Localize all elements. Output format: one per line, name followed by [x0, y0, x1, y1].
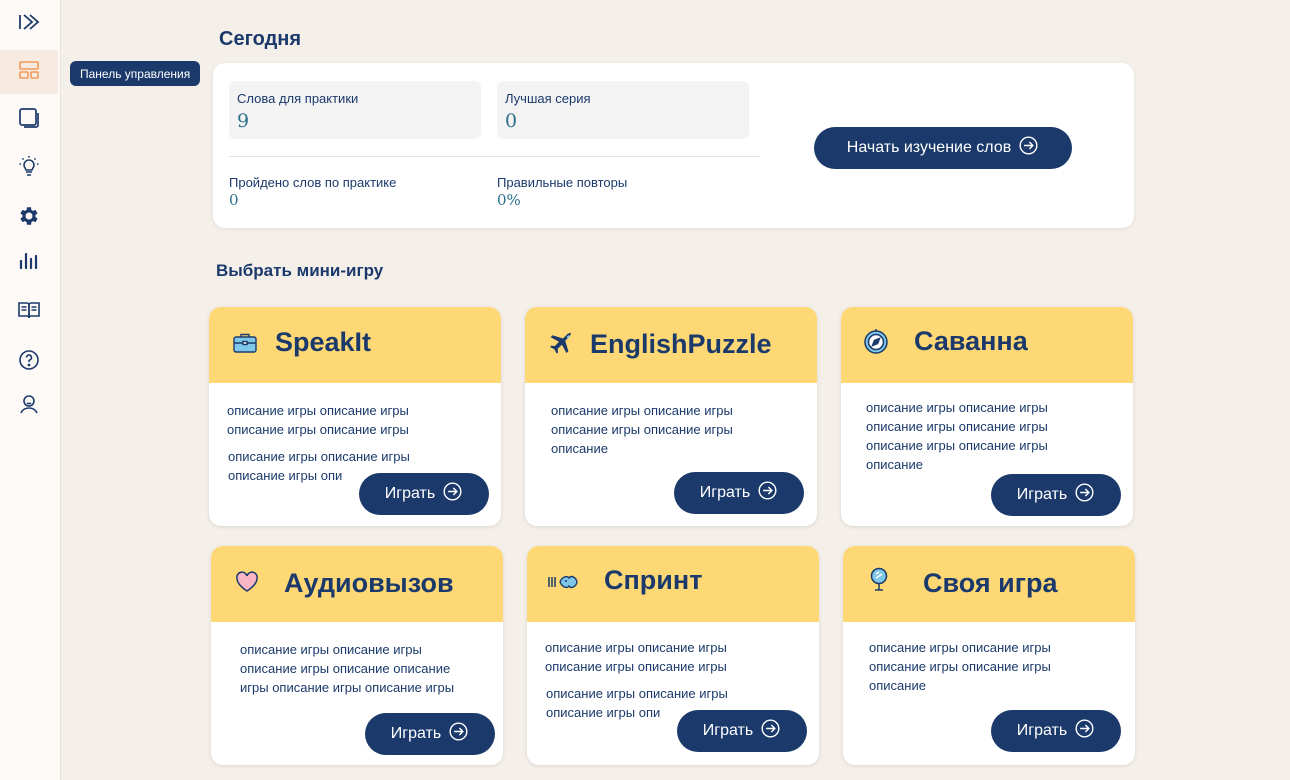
sidebar-item-help[interactable]: [0, 340, 58, 384]
today-stats-card: Слова для практики 9 Лучшая серия 0 Прой…: [213, 63, 1134, 228]
mirror-icon: [865, 566, 893, 594]
game-description: описание игры описание игры описание игр…: [227, 403, 409, 437]
game-card-savanna: Саванна описание игры описание игры опис…: [841, 307, 1133, 526]
games-heading: Выбрать мини-игру: [216, 261, 384, 280]
game-card-custom-game: Своя игра описание игры описание игры оп…: [843, 546, 1135, 765]
play-label: Играть: [1016, 722, 1068, 739]
game-title: Своя игра: [923, 568, 1058, 598]
stats-divider: [229, 156, 760, 157]
arrow-right-icon: [757, 480, 778, 506]
game-description: описание игры описание игры описание игр…: [545, 640, 727, 674]
start-learning-button[interactable]: Начать изучение слов: [814, 127, 1072, 169]
play-label: Играть: [384, 485, 436, 502]
game-card-header: SpeakIt: [209, 307, 501, 383]
correct-repeats-stat: Правильные повторы 0%: [497, 175, 627, 209]
fish-icon: [547, 568, 579, 596]
sidebar-item-profile[interactable]: [0, 384, 58, 428]
game-title: Саванна: [914, 326, 1028, 356]
sidebar-item-settings[interactable]: [0, 196, 58, 240]
practiced-words-stat: Пройдено слов по практике 0: [229, 175, 396, 209]
practiced-words-value: 0: [229, 191, 239, 209]
game-card-header: Саванна: [841, 307, 1133, 383]
game-card-header: EnglishPuzzle: [525, 307, 817, 383]
help-icon: [17, 348, 41, 376]
words-to-practice-label: Слова для практики: [237, 91, 359, 106]
sidebar: [0, 0, 61, 780]
game-card-header: Своя игра: [843, 546, 1135, 622]
best-streak-label: Лучшая серия: [505, 91, 591, 106]
bar-chart-icon: [17, 248, 41, 276]
practiced-words-label: Пройдено слов по практике: [229, 175, 397, 190]
game-title: Спринт: [604, 565, 703, 595]
play-button[interactable]: Играть: [365, 713, 495, 755]
arrow-right-icon: [1074, 718, 1095, 744]
briefcase-icon: [231, 329, 259, 357]
sidebar-item-cards[interactable]: [0, 98, 58, 142]
correct-repeats-label: Правильные повторы: [497, 175, 628, 190]
game-card-speakit: SpeakIt описание игры описание игры опис…: [209, 307, 501, 526]
game-card-header: Спринт: [527, 546, 819, 622]
game-card-audiocall: Аудиовызов описание игры описание игры о…: [211, 546, 503, 765]
book-icon: [17, 298, 41, 326]
play-label: Играть: [1016, 486, 1068, 503]
words-to-practice-box: Слова для практики 9: [229, 81, 481, 139]
arrow-right-icon: [448, 721, 469, 747]
cards-icon: [17, 106, 41, 134]
play-label: Играть: [702, 722, 754, 739]
game-description: описание игры описание игры описание игр…: [240, 642, 455, 695]
play-button[interactable]: Играть: [991, 474, 1121, 516]
today-heading: Сегодня: [219, 28, 302, 50]
play-button[interactable]: Играть: [991, 710, 1121, 752]
sidebar-item-collapse[interactable]: [0, 2, 58, 46]
game-title: SpeakIt: [275, 327, 372, 357]
arrow-right-icon: [442, 481, 463, 507]
play-label: Играть: [699, 484, 751, 501]
sidebar-item-dictionary[interactable]: [0, 290, 58, 334]
collapse-arrow-icon: [17, 10, 41, 38]
play-button[interactable]: Играть: [677, 710, 807, 752]
play-button[interactable]: Играть: [674, 472, 804, 514]
arrow-right-icon: [1018, 135, 1039, 161]
sidebar-tooltip: Панель управления: [70, 61, 201, 86]
play-button[interactable]: Играть: [359, 473, 489, 515]
gear-icon: [17, 204, 41, 232]
sidebar-item-dashboard[interactable]: [0, 50, 58, 94]
game-description: описание игры описание игры описание игр…: [866, 400, 1048, 472]
game-description: описание игры описание игры описание игр…: [869, 640, 1051, 693]
heart-icon: [233, 568, 261, 596]
game-card-header: Аудиовызов: [211, 546, 503, 622]
lightbulb-icon: [17, 154, 41, 182]
arrow-right-icon: [760, 718, 781, 744]
game-description: описание игры описание игры описание игр…: [551, 403, 733, 456]
game-card-englishpuzzle: EnglishPuzzle описание игры описание игр…: [525, 307, 817, 526]
best-streak-box: Лучшая серия 0: [497, 81, 749, 139]
correct-repeats-value: 0%: [497, 191, 521, 209]
airplane-icon: [547, 330, 575, 358]
play-label: Играть: [390, 725, 442, 742]
game-card-sprint: Спринт описание игры описание игры описа…: [527, 546, 819, 765]
words-to-practice-value: 9: [237, 110, 250, 132]
start-learning-label: Начать изучение слов: [846, 139, 1012, 156]
game-title: EnglishPuzzle: [590, 329, 772, 359]
arrow-right-icon: [1074, 482, 1095, 508]
best-streak-value: 0: [505, 110, 518, 132]
dashboard-icon: [17, 58, 41, 86]
compass-icon: [862, 327, 890, 355]
sidebar-item-statistics[interactable]: [0, 240, 58, 284]
sidebar-item-ideas[interactable]: [0, 146, 58, 190]
game-title: Аудиовызов: [284, 568, 454, 598]
user-icon: [17, 392, 41, 420]
